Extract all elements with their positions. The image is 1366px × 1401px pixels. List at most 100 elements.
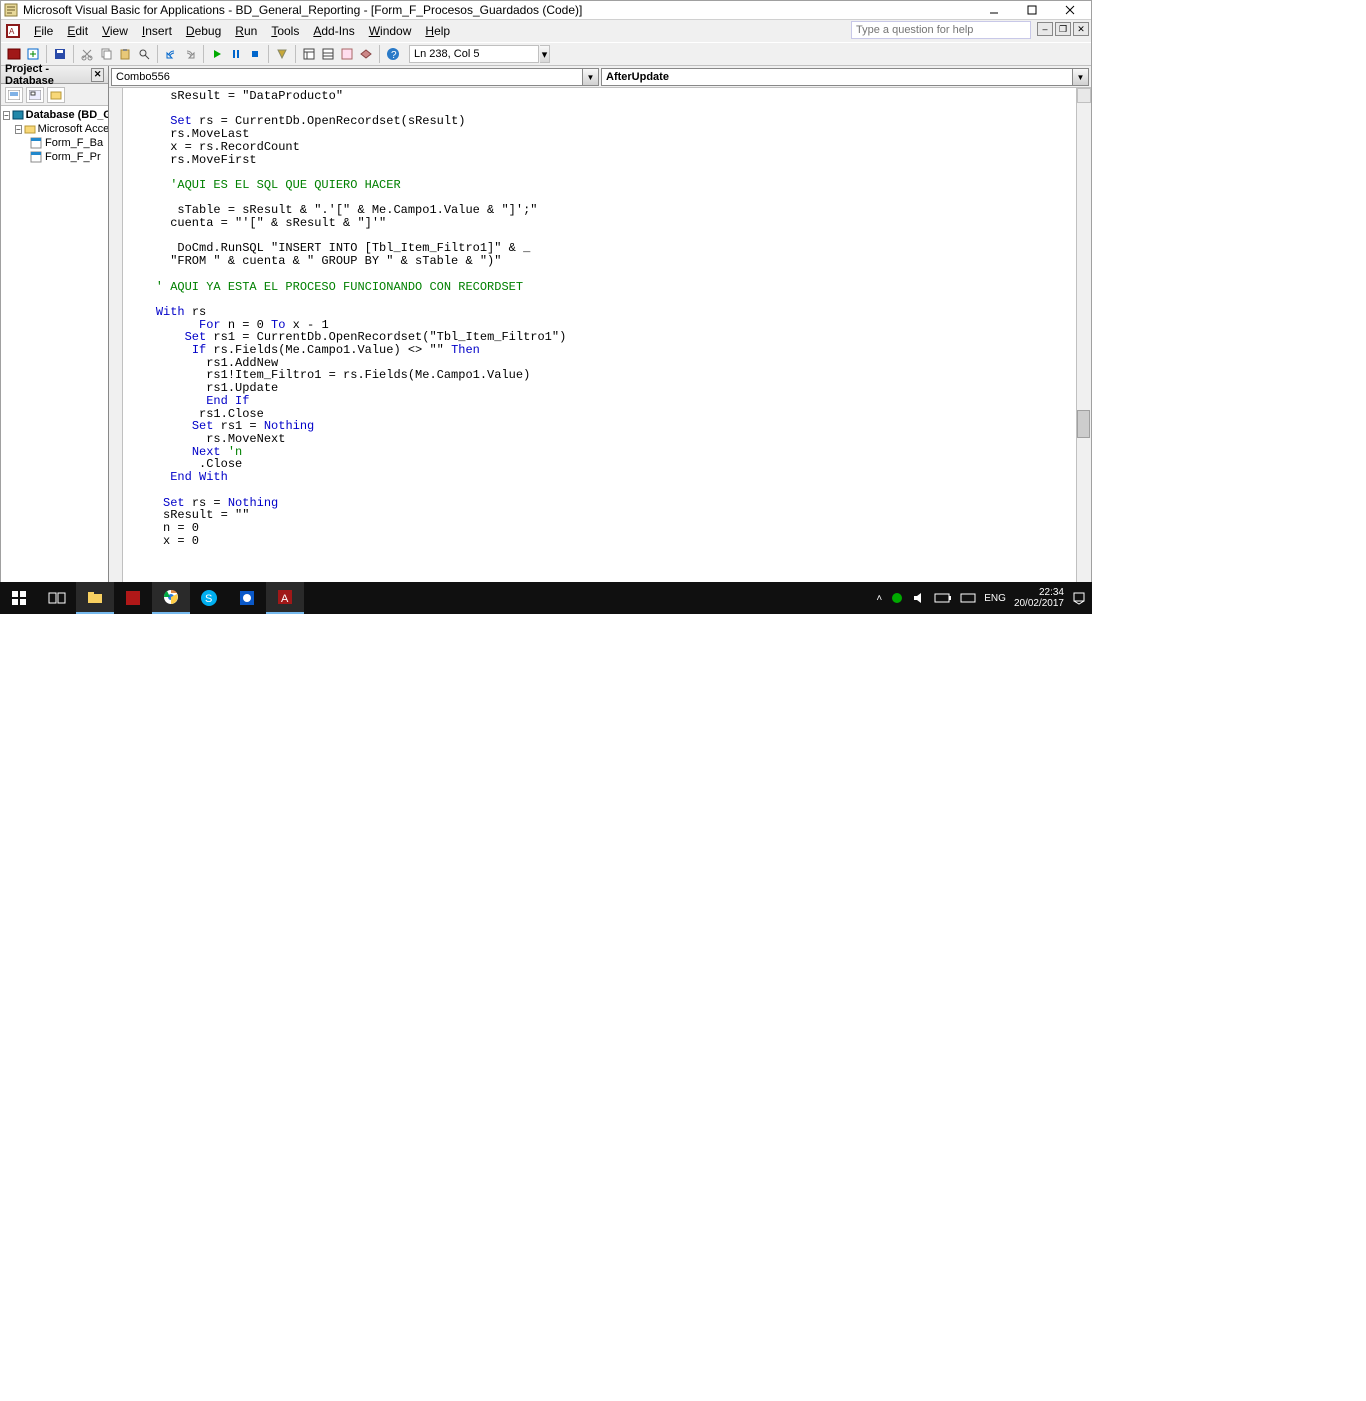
save-button[interactable] [51, 45, 69, 63]
tray-notifications-icon[interactable] [1072, 591, 1086, 605]
form-icon [29, 136, 43, 150]
procedure-dropdown[interactable]: AfterUpdate ▼ [601, 68, 1089, 86]
form-icon [29, 150, 43, 164]
close-button[interactable] [1051, 1, 1089, 20]
project-explorer: Project - Database ✕ − Database (BD_G − … [1, 66, 109, 613]
mdi-minimize-button[interactable]: – [1037, 22, 1053, 36]
code-body: sResult = "DataProducto" Set rs = Curren… [109, 88, 1091, 598]
run-button[interactable] [208, 45, 226, 63]
system-tray: ˄ ENG 22:34 20/02/2017 [876, 587, 1092, 609]
code-vscrollbar[interactable] [1076, 88, 1091, 598]
tray-volume-icon[interactable] [912, 591, 926, 605]
tree-item[interactable]: Form_F_Pr [1, 150, 108, 164]
taskbar-explorer-icon[interactable] [76, 582, 114, 614]
scroll-up-button[interactable] [1077, 88, 1091, 103]
menu-file[interactable]: File [27, 22, 60, 40]
svg-text:A: A [9, 27, 15, 36]
procedure-dropdown-value: AfterUpdate [606, 71, 669, 83]
taskbar-teamviewer-icon[interactable] [228, 582, 266, 614]
window-title: Microsoft Visual Basic for Applications … [23, 3, 975, 17]
chevron-down-icon: ▼ [582, 69, 598, 85]
collapse-icon[interactable]: − [15, 125, 22, 134]
object-dropdown[interactable]: Combo556 ▼ [111, 68, 599, 86]
toggle-folders-button[interactable] [47, 87, 65, 103]
code-pane: Combo556 ▼ AfterUpdate ▼ sResult = "Data… [109, 66, 1091, 613]
minimize-button[interactable] [975, 1, 1013, 20]
task-view-button[interactable] [38, 582, 76, 614]
menu-debug[interactable]: Debug [179, 22, 228, 40]
start-button[interactable] [0, 582, 38, 614]
chevron-down-icon: ▼ [1072, 69, 1088, 85]
mdi-restore-button[interactable]: ❐ [1055, 22, 1071, 36]
vba-window: Microsoft Visual Basic for Applications … [0, 0, 1092, 614]
taskbar-access-icon[interactable]: A [266, 582, 304, 614]
undo-button[interactable] [162, 45, 180, 63]
taskbar-chrome-icon[interactable] [152, 582, 190, 614]
svg-text:A: A [281, 593, 289, 605]
paste-button[interactable] [116, 45, 134, 63]
properties-window-button[interactable] [319, 45, 337, 63]
tray-language[interactable]: ENG [984, 593, 1006, 604]
project-explorer-button[interactable] [300, 45, 318, 63]
object-browser-button[interactable] [338, 45, 356, 63]
menu-view[interactable]: View [95, 22, 135, 40]
menu-window[interactable]: Window [362, 22, 419, 40]
menu-help[interactable]: Help [418, 22, 457, 40]
cut-button[interactable] [78, 45, 96, 63]
svg-text:?: ? [391, 50, 397, 61]
menu-insert[interactable]: Insert [135, 22, 179, 40]
tray-action-icon[interactable] [890, 591, 904, 605]
mdi-close-button[interactable]: ✕ [1073, 22, 1089, 36]
reset-button[interactable] [246, 45, 264, 63]
code-dropdowns: Combo556 ▼ AfterUpdate ▼ [109, 66, 1091, 88]
project-toolbar [1, 84, 108, 106]
code-margin[interactable] [109, 88, 123, 598]
view-object-button[interactable] [26, 87, 44, 103]
redo-button[interactable] [181, 45, 199, 63]
tree-root-label: Database (BD_G [26, 109, 108, 121]
tree-root[interactable]: − Database (BD_G [1, 108, 108, 122]
menu-run[interactable]: Run [228, 22, 264, 40]
menubar: A File Edit View Insert Debug Run Tools … [1, 20, 1091, 42]
project-explorer-title: Project - Database ✕ [1, 66, 108, 84]
tree-folder-label: Microsoft Acce [38, 123, 108, 135]
break-button[interactable] [227, 45, 245, 63]
help-button[interactable]: ? [384, 45, 402, 63]
code-editor[interactable]: sResult = "DataProducto" Set rs = Curren… [123, 88, 1076, 598]
find-button[interactable] [135, 45, 153, 63]
project-explorer-close-button[interactable]: ✕ [91, 68, 104, 82]
tray-clock[interactable]: 22:34 20/02/2017 [1014, 587, 1064, 609]
menu-tools[interactable]: Tools [264, 22, 306, 40]
view-code-button[interactable] [5, 87, 23, 103]
tray-time: 22:34 [1014, 587, 1064, 598]
tray-battery-icon[interactable] [934, 593, 952, 603]
titlebar: Microsoft Visual Basic for Applications … [1, 1, 1091, 20]
help-search-input[interactable] [851, 21, 1031, 39]
tree-item[interactable]: Form_F_Ba [1, 136, 108, 150]
insert-module-button[interactable] [24, 45, 42, 63]
folder-icon [24, 122, 36, 136]
tree-item-label: Form_F_Pr [45, 151, 101, 163]
project-tree[interactable]: − Database (BD_G − Microsoft Acce Form_F… [1, 106, 108, 598]
menu-edit[interactable]: Edit [60, 22, 95, 40]
main-area: Project - Database ✕ − Database (BD_G − … [1, 66, 1091, 613]
collapse-icon[interactable]: − [3, 111, 10, 120]
scroll-thumb[interactable] [1077, 410, 1090, 438]
toolbox-button[interactable] [357, 45, 375, 63]
project-explorer-label: Project - Database [5, 63, 91, 87]
menu-addins[interactable]: Add-Ins [306, 22, 361, 40]
status-dropdown-icon[interactable]: ▾ [540, 45, 550, 63]
view-access-button[interactable] [5, 45, 23, 63]
tray-keyboard-icon[interactable] [960, 593, 976, 603]
taskbar-adobe-icon[interactable] [114, 582, 152, 614]
tray-chevron-up-icon[interactable]: ˄ [876, 593, 882, 604]
empty-area [0, 614, 1366, 1401]
scroll-track[interactable] [1077, 103, 1091, 583]
copy-button[interactable] [97, 45, 115, 63]
design-mode-button[interactable] [273, 45, 291, 63]
maximize-button[interactable] [1013, 1, 1051, 20]
object-dropdown-value: Combo556 [116, 71, 170, 83]
taskbar-skype-icon[interactable]: S [190, 582, 228, 614]
toolbar: ? Ln 238, Col 5 ▾ [1, 42, 1091, 66]
tree-folder[interactable]: − Microsoft Acce [1, 122, 108, 136]
